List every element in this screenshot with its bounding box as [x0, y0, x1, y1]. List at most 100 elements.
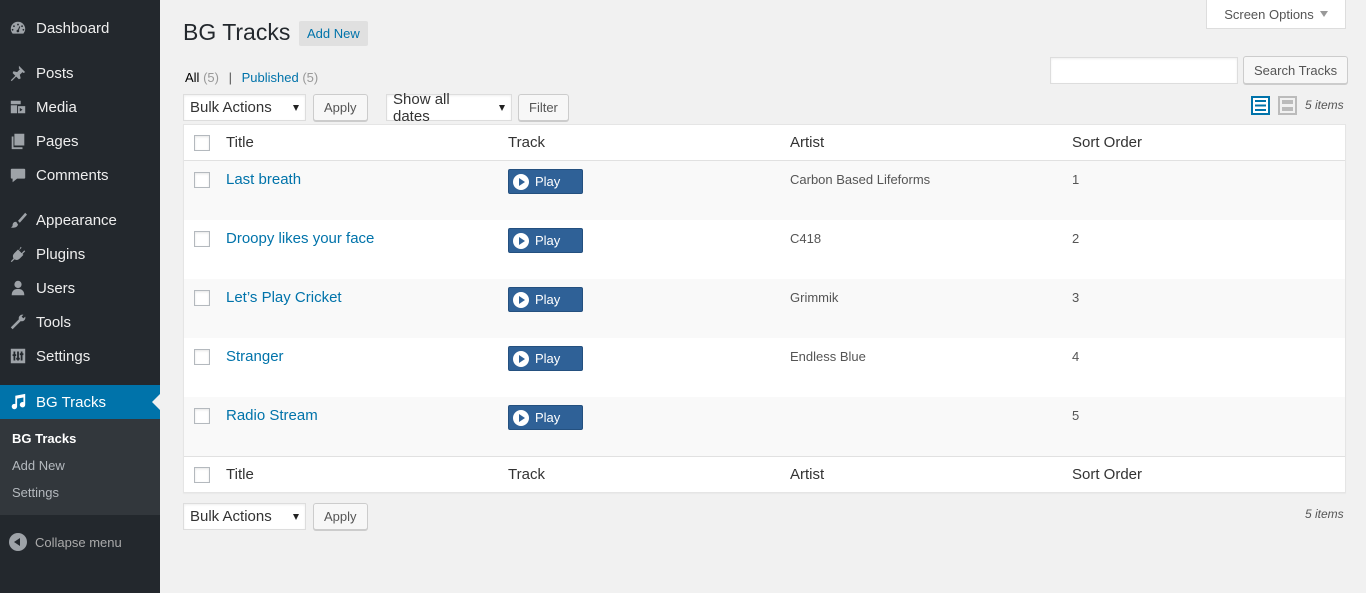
wrench-icon [0, 313, 36, 331]
apply-button-bottom[interactable]: Apply [313, 503, 368, 530]
table-row: Droopy likes your face Play C418 2 [184, 220, 1345, 279]
column-sort-order[interactable]: Sort Order [1072, 134, 1142, 151]
list-view-icon[interactable] [1251, 96, 1270, 115]
collapse-label: Collapse menu [35, 534, 122, 550]
column-sort-order-footer[interactable]: Sort Order [1072, 466, 1142, 483]
row-title-link[interactable]: Stranger [226, 348, 284, 365]
menu-item-posts[interactable]: Posts [0, 56, 160, 90]
comment-icon [0, 166, 36, 184]
menu-label: Tools [36, 313, 72, 331]
menu-item-bg-tracks[interactable]: BG Tracks [0, 385, 160, 419]
menu-label: BG Tracks [36, 393, 107, 411]
row-checkbox[interactable] [194, 231, 210, 247]
menu-label: Posts [36, 64, 74, 82]
menu-label: Appearance [36, 211, 117, 229]
submenu-add-new[interactable]: Add New [12, 458, 65, 473]
row-title-link[interactable]: Droopy likes your face [226, 230, 374, 247]
status-views: All (5) | Published (5) [185, 70, 318, 85]
menu-item-tools[interactable]: Tools [0, 305, 160, 339]
column-artist: Artist [790, 134, 825, 151]
view-published-link[interactable]: Published [242, 70, 299, 85]
submenu-settings[interactable]: Settings [12, 485, 59, 500]
play-button[interactable]: Play [508, 346, 583, 371]
row-artist: Grimmik [790, 290, 839, 305]
play-button[interactable]: Play [508, 169, 583, 194]
table-row: Last breath Play Carbon Based Lifeforms … [184, 161, 1345, 220]
select-arrow-icon [499, 105, 505, 111]
column-title[interactable]: Title [226, 134, 254, 151]
collapse-menu-button[interactable]: Collapse menu [0, 530, 160, 554]
views-separator: | [228, 70, 232, 85]
table-footer: Title Track Artist Sort Order [184, 456, 1345, 492]
items-count-top: 5 items [1305, 98, 1344, 112]
plug-icon [0, 245, 36, 263]
dashboard-icon [0, 19, 36, 37]
table-row: Radio Stream Play 5 [184, 397, 1345, 456]
bulk-actions-select-bottom[interactable]: Bulk Actions [183, 503, 306, 530]
row-sort-order: 5 [1072, 408, 1080, 423]
select-all-checkbox[interactable] [194, 135, 210, 151]
play-label: Play [535, 351, 561, 366]
menu-label: Settings [36, 347, 91, 365]
table-row: Stranger Play Endless Blue 4 [184, 338, 1345, 397]
play-button[interactable]: Play [508, 405, 583, 430]
row-title-link[interactable]: Radio Stream [226, 407, 318, 424]
menu-label: Media [36, 98, 77, 116]
bg-tracks-submenu: BG Tracks Add New Settings [0, 419, 160, 515]
row-checkbox[interactable] [194, 290, 210, 306]
sliders-icon [0, 347, 36, 365]
row-sort-order: 2 [1072, 231, 1080, 246]
screen-options-button[interactable]: Screen Options [1206, 0, 1346, 29]
play-label: Play [535, 174, 561, 189]
view-published-count: (5) [302, 70, 319, 85]
music-note-icon [0, 393, 36, 411]
select-arrow-icon [293, 514, 299, 520]
table-row: Let’s Play Cricket Play Grimmik 3 [184, 279, 1345, 338]
row-checkbox[interactable] [194, 172, 210, 188]
menu-item-media[interactable]: Media [0, 90, 160, 124]
play-button[interactable]: Play [508, 287, 583, 312]
row-checkbox[interactable] [194, 349, 210, 365]
current-menu-arrow [152, 394, 160, 410]
play-button[interactable]: Play [508, 228, 583, 253]
admin-sidebar: Dashboard Posts Media Pages Comments App… [0, 0, 160, 593]
tracks-table: Title Track Artist Sort Order Last breat… [183, 124, 1346, 493]
bulk-actions-value: Bulk Actions [190, 508, 272, 525]
column-track-footer: Track [508, 466, 545, 483]
caret-down-icon [1319, 11, 1328, 17]
menu-label: Dashboard [36, 19, 110, 37]
page-title: BG Tracks [183, 19, 291, 45]
filter-button[interactable]: Filter [518, 94, 569, 121]
menu-label: Plugins [36, 245, 86, 263]
row-checkbox[interactable] [194, 408, 210, 424]
excerpt-view-icon[interactable] [1278, 96, 1297, 115]
bulk-actions-select-top[interactable]: Bulk Actions [183, 94, 306, 121]
row-title-link[interactable]: Last breath [226, 171, 301, 188]
submenu-bg-tracks[interactable]: BG Tracks [12, 431, 76, 446]
column-artist-footer: Artist [790, 466, 825, 483]
dates-filter-value: Show all dates [393, 90, 450, 125]
menu-item-comments[interactable]: Comments [0, 158, 160, 192]
search-tracks-button[interactable]: Search Tracks [1243, 56, 1349, 84]
view-all-link[interactable]: All [185, 70, 199, 85]
table-header: Title Track Artist Sort Order [184, 125, 1345, 161]
menu-item-settings[interactable]: Settings [0, 339, 160, 373]
menu-label: Comments [36, 166, 109, 184]
dates-filter-select[interactable]: Show all dates [386, 91, 512, 125]
play-icon [513, 350, 529, 367]
add-new-button[interactable]: Add New [299, 21, 368, 46]
menu-item-dashboard[interactable]: Dashboard [0, 11, 160, 45]
search-input[interactable] [1050, 57, 1238, 84]
menu-item-users[interactable]: Users [0, 271, 160, 305]
play-icon [513, 173, 529, 190]
select-arrow-icon [293, 105, 299, 111]
menu-item-plugins[interactable]: Plugins [0, 237, 160, 271]
row-title-link[interactable]: Let’s Play Cricket [226, 289, 342, 306]
apply-button-top[interactable]: Apply [313, 94, 368, 121]
select-all-checkbox-footer[interactable] [194, 467, 210, 483]
user-icon [0, 279, 36, 297]
menu-item-pages[interactable]: Pages [0, 124, 160, 158]
brush-icon [0, 211, 36, 229]
column-title-footer[interactable]: Title [226, 466, 254, 483]
menu-item-appearance[interactable]: Appearance [0, 203, 160, 237]
